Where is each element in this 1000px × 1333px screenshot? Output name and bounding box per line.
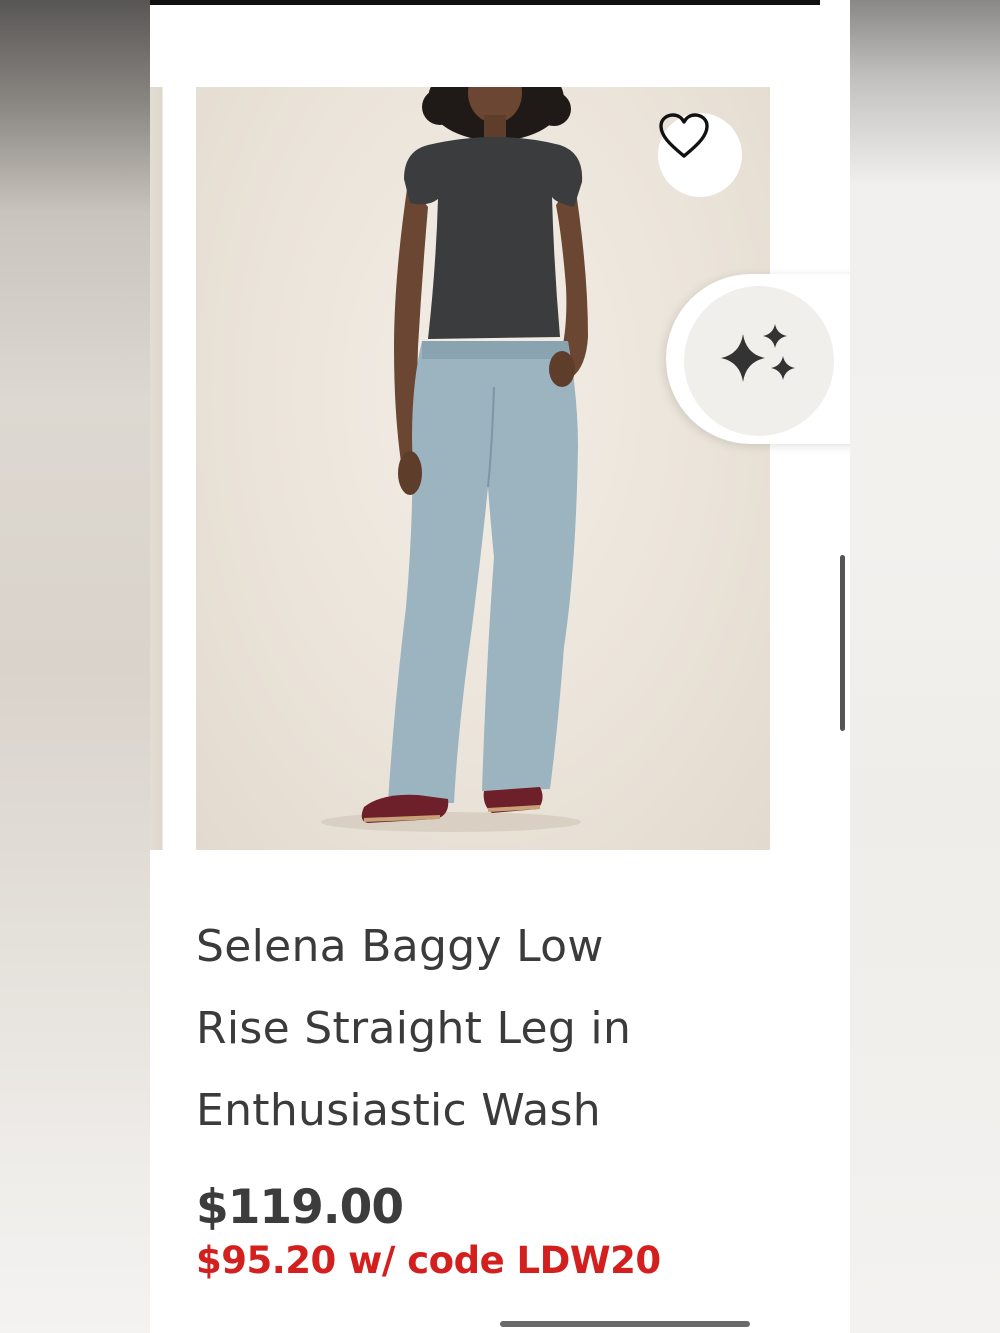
background-right	[850, 0, 1000, 1333]
product-image[interactable]	[196, 87, 770, 850]
product-title-line: Rise Straight Leg in	[196, 1003, 632, 1054]
previous-product-image[interactable]	[150, 87, 168, 850]
ai-assistant-button[interactable]	[684, 286, 834, 436]
background-left	[0, 0, 150, 1333]
model-photo	[321, 87, 588, 832]
home-indicator[interactable]	[500, 1321, 750, 1327]
favorite-button[interactable]	[658, 113, 742, 197]
product-title[interactable]: Selena Baggy Low Rise Straight Leg in En…	[196, 906, 756, 1152]
product-title-line: Selena Baggy Low	[196, 921, 604, 972]
top-divider	[150, 0, 820, 5]
product-price: $119.00	[196, 1180, 404, 1235]
promo-price: $95.20 w/ code LDW20	[196, 1239, 661, 1282]
product-title-line: Enthusiastic Wash	[196, 1085, 601, 1136]
sparkles-icon	[717, 323, 801, 399]
product-card[interactable]: Selena Baggy Low Rise Straight Leg in En…	[150, 0, 850, 1333]
scrollbar[interactable]	[840, 555, 845, 731]
